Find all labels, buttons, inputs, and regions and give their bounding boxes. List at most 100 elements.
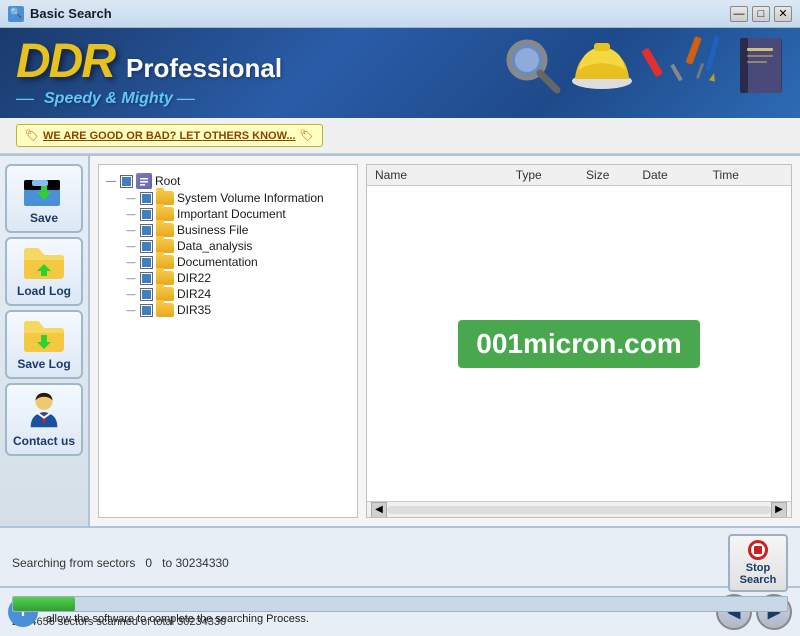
results-header: Name Type Size Date Time [367, 165, 791, 186]
col-type: Type [516, 168, 586, 182]
tree-expand-root[interactable]: — [105, 175, 117, 187]
folder-icon-4 [156, 255, 174, 269]
tree-item[interactable]: — Documentation [125, 255, 351, 269]
tree-root-icon [136, 173, 152, 189]
book-icon [735, 33, 790, 98]
tree-label-6: DIR24 [177, 287, 211, 301]
folder-icon-1 [156, 207, 174, 221]
sidebar: Save Load Log [0, 156, 90, 526]
scroll-left-button[interactable]: ◀ [371, 502, 387, 518]
tree-expand-7[interactable]: — [125, 304, 137, 316]
progress-bar [12, 596, 788, 612]
tree-expand-3[interactable]: — [125, 240, 137, 252]
tree-expand-1[interactable]: — [125, 208, 137, 220]
load-log-button[interactable]: Load Log [5, 237, 83, 306]
banner-icons [503, 33, 790, 98]
tree-item[interactable]: — System Volume Information [125, 191, 351, 205]
folder-icon-6 [156, 287, 174, 301]
tree-expand-5[interactable]: — [125, 272, 137, 284]
banner-professional: Professional [126, 53, 282, 84]
stop-search-button[interactable]: Stop Search [728, 534, 788, 592]
folder-icon-0 [156, 191, 174, 205]
rating-text: WE ARE GOOD OR BAD? LET OTHERS KNOW... [43, 130, 296, 142]
contact-us-button[interactable]: Contact us [5, 383, 83, 456]
close-button[interactable]: ✕ [774, 6, 792, 22]
tools-icon [641, 33, 731, 98]
tree-root-label: Root [155, 174, 180, 188]
tree-checkbox-7[interactable] [140, 304, 153, 317]
save-log-label: Save Log [17, 357, 70, 371]
titlebar: 🔍 Basic Search — □ ✕ [0, 0, 800, 28]
stop-icon [748, 540, 768, 560]
titlebar-title: Basic Search [30, 6, 112, 21]
tree-item[interactable]: — Business File [125, 223, 351, 237]
tree-checkbox-2[interactable] [140, 224, 153, 237]
main-content: Save Load Log [0, 154, 800, 526]
toolbar-area: 🏷 WE ARE GOOD OR BAD? LET OTHERS KNOW...… [0, 118, 800, 154]
tree-item[interactable]: — DIR24 [125, 287, 351, 301]
scroll-track[interactable] [387, 506, 771, 514]
load-log-label: Load Log [17, 284, 71, 298]
hardhat-icon [567, 33, 637, 98]
search-bar: Searching from sectors 0 to 30234330 Sto… [0, 526, 800, 586]
banner-logo: DDR Professional — Speedy & Mighty — [16, 38, 282, 109]
tree-checkbox-4[interactable] [140, 256, 153, 269]
results-panel: Name Type Size Date Time 001micron.com ◀… [366, 164, 792, 518]
tree-item[interactable]: — Data_analysis [125, 239, 351, 253]
tree-label-5: DIR22 [177, 271, 211, 285]
rating-banner[interactable]: 🏷 WE ARE GOOD OR BAD? LET OTHERS KNOW...… [16, 124, 323, 147]
save-log-button[interactable]: Save Log [5, 310, 83, 379]
tree-label-7: DIR35 [177, 303, 211, 317]
folder-icon-5 [156, 271, 174, 285]
app-icon: 🔍 [8, 6, 24, 22]
col-time: Time [713, 168, 783, 182]
col-date: Date [642, 168, 712, 182]
person-icon [22, 391, 66, 431]
tree-label-0: System Volume Information [177, 191, 324, 205]
magnifier-icon [503, 36, 563, 96]
stop-label: Stop Search [740, 562, 777, 586]
search-label: Searching from sectors 0 to 30234330 [12, 556, 229, 570]
tree-checkbox-5[interactable] [140, 272, 153, 285]
tree-expand-6[interactable]: — [125, 288, 137, 300]
folder-icon-7 [156, 303, 174, 317]
tree-checkbox-3[interactable] [140, 240, 153, 253]
tree-label-1: Important Document [177, 207, 286, 221]
banner-ddr: DDR [16, 38, 114, 86]
search-progress-row [12, 596, 788, 612]
watermark: 001micron.com [458, 320, 699, 368]
file-tree: — Root — System Volume Informat [98, 164, 358, 518]
tree-children: — System Volume Information — Important … [105, 191, 351, 317]
tree-label-2: Business File [177, 223, 248, 237]
results-content: 001micron.com [367, 186, 791, 501]
col-name: Name [375, 168, 516, 182]
tree-expand-0[interactable]: — [125, 192, 137, 204]
folder-icon-3 [156, 239, 174, 253]
titlebar-controls: — □ ✕ [730, 6, 792, 22]
scroll-right-button[interactable]: ▶ [771, 502, 787, 518]
tree-item[interactable]: — DIR35 [125, 303, 351, 317]
tree-label-3: Data_analysis [177, 239, 252, 253]
titlebar-left: 🔍 Basic Search [8, 6, 112, 22]
tree-item[interactable]: — DIR22 [125, 271, 351, 285]
tree-expand-2[interactable]: — [125, 224, 137, 236]
minimize-button[interactable]: — [730, 6, 748, 22]
results-scrollbar: ◀ ▶ [367, 501, 791, 517]
tree-label-4: Documentation [177, 255, 258, 269]
tree-checkbox-root[interactable] [120, 175, 133, 188]
folder-icon-2 [156, 223, 174, 237]
tree-checkbox-0[interactable] [140, 192, 153, 205]
tree-checkbox-6[interactable] [140, 288, 153, 301]
tree-item[interactable]: — Important Document [125, 207, 351, 221]
tree-expand-4[interactable]: — [125, 256, 137, 268]
savelog-icon [22, 318, 66, 354]
contact-us-label: Contact us [13, 434, 75, 448]
col-size: Size [586, 168, 642, 182]
tree-root-node[interactable]: — Root [105, 173, 351, 189]
tree-checkbox-1[interactable] [140, 208, 153, 221]
loadlog-icon [22, 245, 66, 281]
save-button[interactable]: Save [5, 164, 83, 233]
progress-fill [13, 597, 75, 611]
maximize-button[interactable]: □ [752, 6, 770, 22]
banner: DDR Professional — Speedy & Mighty — [0, 28, 800, 118]
